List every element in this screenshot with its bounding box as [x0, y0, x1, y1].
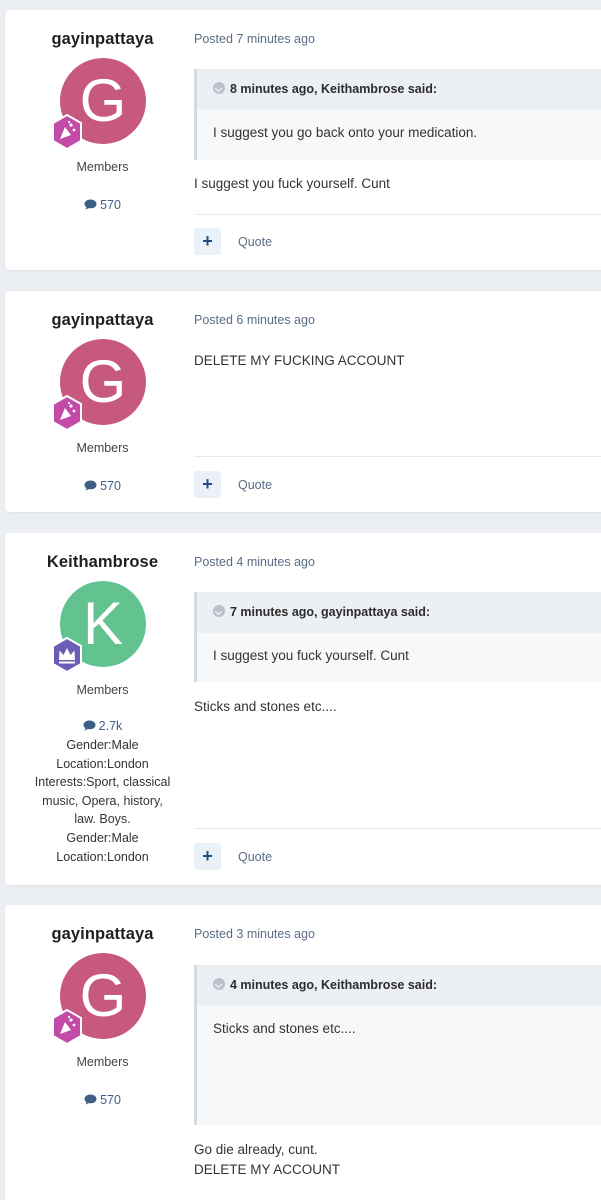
- quote-block: 8 minutes ago, Keithambrose said: I sugg…: [194, 69, 601, 160]
- rank-badge-party-icon: [52, 114, 82, 150]
- member-group: Members: [76, 160, 129, 174]
- profile-field: Location:London: [56, 849, 149, 864]
- rank-badge-party-icon: [52, 1009, 82, 1045]
- quote-block: 7 minutes ago, gayinpattaya said: I sugg…: [194, 592, 601, 682]
- post-content-line: Go die already, cunt.: [194, 1142, 318, 1157]
- post: gayinpattaya G Members 570 Posted 3 minu…: [5, 905, 601, 1200]
- author-name[interactable]: gayinpattaya: [5, 30, 200, 49]
- post-content: Sticks and stones etc....: [194, 697, 337, 717]
- quote-collapse-icon: [213, 605, 225, 617]
- author-name[interactable]: gayinpattaya: [5, 925, 200, 944]
- post-count[interactable]: 570: [5, 479, 200, 493]
- post-count-value: 2.7k: [98, 719, 123, 733]
- quote-citation[interactable]: 4 minutes ago, Keithambrose said:: [197, 965, 601, 1006]
- comment-bubble-icon: [84, 1094, 97, 1105]
- rank-badge-party-icon: [52, 395, 82, 431]
- member-group: Members: [76, 1055, 129, 1069]
- post-content-line: DELETE MY ACCOUNT: [194, 1162, 341, 1177]
- multiquote-button[interactable]: +: [194, 843, 221, 870]
- post: gayinpattaya G Members 570 Posted 7 minu…: [5, 10, 601, 270]
- post-count[interactable]: 570: [5, 1093, 200, 1107]
- divider: [194, 456, 601, 457]
- quote-citation-text: 7 minutes ago, gayinpattaya said:: [230, 605, 431, 619]
- post-count-value: 570: [100, 1093, 121, 1107]
- quote-citation-text: 8 minutes ago, Keithambrose said:: [230, 82, 437, 96]
- profile-fields: Gender:Male Location:London Interests:Sp…: [5, 736, 200, 866]
- quote-button[interactable]: Quote: [238, 235, 272, 249]
- post-count-value: 570: [100, 479, 121, 493]
- member-group: Members: [76, 441, 129, 455]
- post-content-line: DELETE MY FUCKING ACCOUNT: [194, 353, 405, 368]
- divider: [194, 214, 601, 215]
- post-count-value: 570: [100, 198, 121, 212]
- post-timestamp[interactable]: Posted 3 minutes ago: [194, 927, 315, 941]
- quote-citation[interactable]: 8 minutes ago, Keithambrose said:: [197, 69, 601, 110]
- author-name[interactable]: Keithambrose: [5, 553, 200, 572]
- post-content: Go die already, cunt. DELETE MY ACCOUNT: [194, 1140, 340, 1180]
- post-content: I suggest you fuck yourself. Cunt: [194, 174, 390, 194]
- quote-block: 4 minutes ago, Keithambrose said: Sticks…: [194, 965, 601, 1125]
- comment-bubble-icon: [84, 480, 97, 491]
- quote-button[interactable]: Quote: [238, 478, 272, 492]
- quote-text: I suggest you fuck yourself. Cunt: [213, 648, 409, 663]
- comment-bubble-icon: [84, 199, 97, 210]
- profile-field: Gender:Male: [66, 738, 139, 752]
- quote-collapse-icon: [213, 978, 225, 990]
- post-content-line: I suggest you fuck yourself. Cunt: [194, 176, 390, 191]
- quote-button[interactable]: Quote: [238, 850, 272, 864]
- post: Keithambrose K Members 2.7k Gender:Male …: [5, 533, 601, 885]
- quote-citation-text: 4 minutes ago, Keithambrose said:: [230, 978, 437, 992]
- author-name[interactable]: gayinpattaya: [5, 311, 200, 330]
- divider: [194, 828, 601, 829]
- post-timestamp[interactable]: Posted 4 minutes ago: [194, 555, 315, 569]
- post-content: DELETE MY FUCKING ACCOUNT: [194, 351, 405, 371]
- multiquote-button[interactable]: +: [194, 471, 221, 498]
- quote-collapse-icon: [213, 82, 225, 94]
- comment-bubble-icon: [83, 720, 96, 731]
- post-count[interactable]: 570: [5, 198, 200, 212]
- profile-field: Interests:Sport, classical: [34, 775, 171, 790]
- profile-field: music, Opera, history,: [42, 793, 163, 808]
- profile-field: law. Boys.: [74, 812, 131, 827]
- multiquote-button[interactable]: +: [194, 228, 221, 255]
- quote-citation[interactable]: 7 minutes ago, gayinpattaya said:: [197, 592, 601, 633]
- member-group: Members: [76, 683, 129, 697]
- post-timestamp[interactable]: Posted 7 minutes ago: [194, 32, 315, 46]
- post-timestamp[interactable]: Posted 6 minutes ago: [194, 313, 315, 327]
- rank-badge-crown-icon: [52, 637, 82, 673]
- profile-field: Gender:Male: [66, 830, 139, 845]
- post: gayinpattaya G Members 570 Posted 6 minu…: [5, 291, 601, 512]
- profile-field: Location:London: [56, 756, 149, 771]
- post-count[interactable]: 2.7k: [5, 719, 200, 733]
- post-content-line: Sticks and stones etc....: [194, 699, 337, 714]
- quote-text: I suggest you go back onto your medicati…: [213, 125, 478, 140]
- quote-text: Sticks and stones etc....: [213, 1021, 356, 1036]
